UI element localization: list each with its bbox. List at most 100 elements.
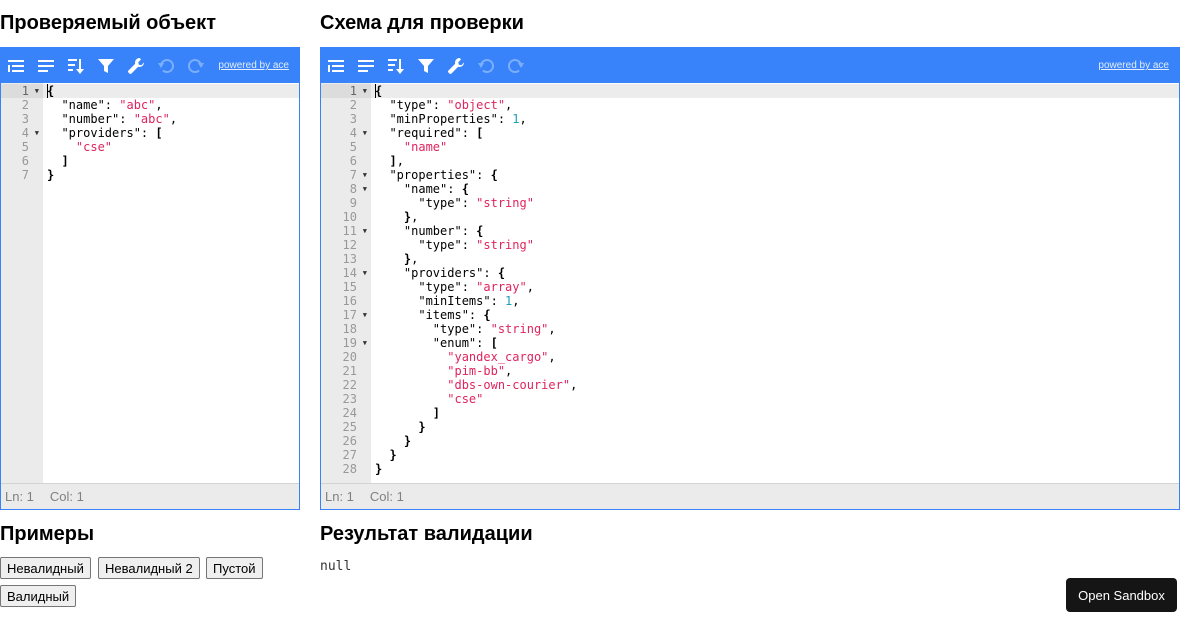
code-content: "enum": [ (375, 336, 498, 350)
line-number: 7 (21, 168, 29, 182)
fold-toggle-icon[interactable]: ▼ (363, 336, 367, 350)
undo-button[interactable] (471, 48, 501, 83)
line-number: 3 (21, 112, 29, 126)
code-content: } (375, 462, 383, 476)
gutter-cell: 26 (321, 434, 371, 448)
fold-toggle-icon[interactable]: ▼ (363, 168, 367, 182)
line-number: 5 (21, 140, 29, 154)
compact-button[interactable] (31, 48, 61, 83)
format-button[interactable] (321, 48, 351, 83)
line-number: 20 (342, 350, 357, 364)
fold-toggle-icon[interactable]: ▼ (363, 308, 367, 322)
code-line: 16 "minItems": 1, (321, 294, 1179, 308)
code-line: 27 } (321, 448, 1179, 462)
redo-icon (508, 58, 524, 73)
format-icon (8, 59, 24, 72)
gutter-cell: 27 (321, 448, 371, 462)
schema-editor[interactable]: powered by ace 1 ▼{2 "type": "object", 3 "… (320, 47, 1180, 510)
code-content: "number": { (375, 224, 484, 238)
code-line: 22 "dbs-own-courier", (321, 378, 1179, 392)
line-number: 27 (342, 448, 357, 462)
code-content: } (375, 434, 412, 448)
gutter-cell: 12 (321, 238, 371, 252)
code-content: "yandex_cargo", (375, 350, 556, 364)
code-line: 2 "name": "abc", (1, 98, 299, 112)
example-valid-button[interactable]: Валидный (0, 585, 77, 607)
code-content: "type": "string" (375, 238, 534, 252)
powered-by-ace-link[interactable]: powered by ace (218, 60, 289, 71)
object-code-area[interactable]: 1 ▼{2 "name": "abc", 3 "number": "abc", 4 ▼ … (1, 83, 299, 483)
example-invalid-2-button[interactable]: Невалидный 2 (98, 557, 200, 579)
fold-toggle-icon[interactable]: ▼ (35, 126, 39, 140)
line-number: 5 (349, 140, 357, 154)
code-content: "name": { (375, 182, 469, 196)
repair-button[interactable] (121, 48, 151, 83)
code-content: "type": "string" (375, 196, 534, 210)
gutter-cell: 4 ▼ (321, 126, 371, 140)
powered-by-ace-link[interactable]: powered by ace (1098, 60, 1169, 71)
line-number: 23 (342, 392, 357, 406)
code-line: 19 ▼ "enum": [ (321, 336, 1179, 350)
object-editor[interactable]: powered by ace 1 ▼{2 "name": "abc", 3 "num… (0, 47, 300, 510)
code-content: "required": [ (375, 126, 484, 140)
gutter-cell: 16 (321, 294, 371, 308)
gutter-cell: 22 (321, 378, 371, 392)
code-line: 15 "type": "array", (321, 280, 1179, 294)
format-button[interactable] (1, 48, 31, 83)
code-content: "name": "abc", (47, 98, 163, 112)
gutter-cell: 6 (1, 154, 43, 168)
fold-toggle-icon[interactable]: ▼ (363, 84, 367, 98)
gutter-cell: 18 (321, 322, 371, 336)
line-number: 19 (342, 336, 357, 350)
code-content: }, (375, 252, 419, 266)
gutter-cell: 21 (321, 364, 371, 378)
line-number: 16 (342, 294, 357, 308)
fold-toggle-icon[interactable]: ▼ (363, 224, 367, 238)
filter-button[interactable] (91, 48, 121, 83)
gutter-cell: 28 (321, 462, 371, 476)
code-line: 1 ▼{ (1, 84, 299, 98)
example-empty-button[interactable]: Пустой (206, 557, 263, 579)
redo-button[interactable] (501, 48, 531, 83)
code-line: 21 "pim-bb", (321, 364, 1179, 378)
line-number: 1 (21, 84, 29, 98)
fold-toggle-icon[interactable]: ▼ (363, 266, 367, 280)
code-content: "minProperties": 1, (375, 112, 527, 126)
undo-button[interactable] (151, 48, 181, 83)
column-indicator: Col: 1 (369, 489, 404, 504)
example-invalid-button[interactable]: Невалидный (0, 557, 91, 579)
schema-code-area[interactable]: 1 ▼{2 "type": "object", 3 "minProperties":… (321, 83, 1179, 483)
filter-button[interactable] (411, 48, 441, 83)
sort-button[interactable] (61, 48, 91, 83)
fold-toggle-icon[interactable]: ▼ (35, 84, 39, 98)
gutter-cell: 1 ▼ (1, 84, 43, 98)
compact-icon (38, 59, 54, 72)
gutter-cell: 3 (1, 112, 43, 126)
compact-button[interactable] (351, 48, 381, 83)
code-line: 24 ] (321, 406, 1179, 420)
line-indicator: Ln: 1 (325, 489, 354, 504)
examples-title: Примеры (0, 523, 95, 545)
code-line: 9 "type": "string" (321, 196, 1179, 210)
line-number: 15 (342, 280, 357, 294)
code-content: "number": "abc", (47, 112, 178, 126)
undo-icon (478, 58, 494, 73)
code-line: 7 ▼ "properties": { (321, 168, 1179, 182)
line-number: 26 (342, 434, 357, 448)
gutter-cell: 1 ▼ (321, 84, 371, 98)
code-line: 5 "name" (321, 140, 1179, 154)
line-number: 6 (349, 154, 357, 168)
repair-button[interactable] (441, 48, 471, 83)
open-sandbox-button[interactable]: Open Sandbox (1066, 578, 1177, 612)
line-number: 10 (342, 210, 357, 224)
fold-toggle-icon[interactable]: ▼ (363, 126, 367, 140)
code-content: "type": "string", (375, 322, 556, 336)
text-cursor (375, 84, 376, 98)
line-number: 14 (342, 266, 357, 280)
sort-button[interactable] (381, 48, 411, 83)
gutter-cell: 11 ▼ (321, 224, 371, 238)
redo-button[interactable] (181, 48, 211, 83)
code-content: "providers": { (375, 266, 506, 280)
line-number: 2 (349, 98, 357, 112)
fold-toggle-icon[interactable]: ▼ (363, 182, 367, 196)
